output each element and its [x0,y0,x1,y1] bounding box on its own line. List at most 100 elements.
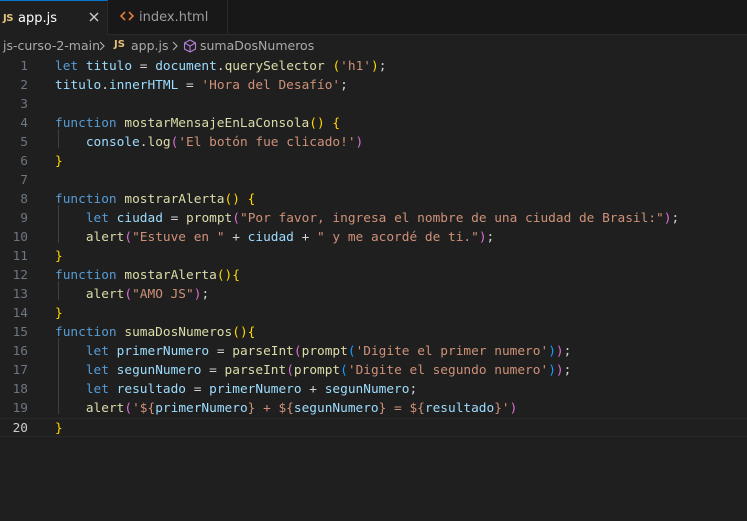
code-token: titulo [55,78,102,93]
code-token: primerNumero [155,401,248,416]
line-number: 17 [12,363,28,378]
line-number: 15 [12,325,28,340]
code-line[interactable]: 16 let primerNumero = parseInt(prompt('D… [0,342,747,361]
code-token: let [85,382,109,397]
line-number: 4 [20,116,28,131]
code-token: alert [85,401,125,416]
code-text: } [55,247,63,266]
code-token: ; [409,382,418,397]
code-token: } [55,306,63,321]
breadcrumb-symbol[interactable]: sumaDosNumeros [200,38,314,53]
code-line[interactable]: 4 function mostarMensajeEnLaConsola() { [0,114,747,133]
code-token: resultado [424,401,495,416]
breadcrumb-file[interactable]: app.js [131,38,169,53]
code-line[interactable]: 12 function mostarAlerta(){ [0,266,747,285]
code-line[interactable]: 7 [0,171,747,190]
code-line[interactable]: 14} [0,304,747,323]
code-token: segunNumero [324,382,410,397]
breadcrumb-folder[interactable]: js-curso-2-main [3,38,100,53]
code-token: "AMO JS" [132,287,194,302]
code-editor[interactable]: 1 let titulo = document.querySelector ('h… [0,57,747,521]
code-token: document [155,59,217,74]
chevron-right-icon [97,40,107,52]
code-line[interactable]: 13 alert("AMO JS"); [0,285,747,304]
close-icon[interactable] [86,9,102,25]
code-token: segunNumero [116,363,202,378]
code-line[interactable]: 18 let resultado = primerNumero + segunN… [0,380,747,399]
code-token: ; [378,59,387,74]
code-token: ; [671,211,680,226]
code-token: log [147,135,171,150]
code-line[interactable]: 9 let ciudad = prompt("Por favor, ingres… [0,209,747,228]
code-text: function mostarMensajeEnLaConsola() { [55,114,340,133]
code-text: titulo.innerHTML = 'Hora del Desafío'; [55,76,348,95]
code-token: ( [124,287,133,302]
code-token: }' [494,401,510,416]
code-text: alert("Estuve en " + ciudad + " y me aco… [55,228,494,247]
code-token: parseInt [224,363,287,378]
code-token: console [85,135,140,150]
code-line[interactable]: 11} [0,247,747,266]
line-number: 13 [12,287,28,302]
code-token: ) [509,401,518,416]
line-number: 7 [20,173,28,188]
code-line[interactable]: 3 [0,95,747,114]
code-token: alert [85,287,125,302]
code-text: let ciudad = prompt("Por favor, ingresa … [55,209,679,228]
code-token: sumaDosNumeros [124,325,233,340]
code-token: ( [332,59,341,74]
line-number: 19 [12,401,28,416]
line-number: 11 [12,249,28,264]
code-token: ( [124,401,133,416]
code-line[interactable]: 5 console.log('El botón fue clicado!') [0,133,747,152]
code-text: let segunNumero = parseInt(prompt('Digit… [55,361,572,380]
code-line[interactable]: 1 let titulo = document.querySelector ('h… [0,57,747,76]
code-token: function [55,325,117,340]
line-number: 8 [20,192,28,207]
code-text: function mostarAlerta(){ [55,266,240,285]
code-token: () [224,192,240,207]
code-line[interactable]: 10 alert("Estuve en " + ciudad + " y me … [0,228,747,247]
code-token: ; [201,287,210,302]
code-token: ( [347,344,356,359]
code-token: prompt [293,363,341,378]
code-text: let primerNumero = parseInt(prompt('Digi… [55,342,572,361]
code-token: { [247,192,256,207]
code-token: 'El botón fue clicado!' [178,135,356,150]
code-token: ( [232,211,240,226]
code-line[interactable]: 2 titulo.innerHTML = 'Hora del Desafío'; [0,76,747,95]
code-token: ; [563,363,572,378]
code-line[interactable]: 17 let segunNumero = parseInt(prompt('Di… [0,361,747,380]
code-line[interactable]: 20} [0,418,747,437]
code-token: ) [478,230,487,245]
code-token: = [162,211,187,226]
code-text: function sumaDosNumeros(){ [55,323,255,342]
code-text: let resultado = primerNumero + segunNume… [55,380,417,399]
code-token: let [85,344,109,359]
code-token: = [201,363,225,378]
code-token: (){ [216,268,240,283]
code-line[interactable]: 6} [0,152,747,171]
code-token: ; [563,344,572,359]
editor-tab-bar: JS app.js index.html [0,0,747,35]
line-number: 18 [12,382,28,397]
line-number: 20 [12,421,28,436]
code-line[interactable]: 19 alert('${primerNumero} + ${segunNumer… [0,399,747,418]
code-token: 'Digite el segundo numero' [347,363,549,378]
code-token: = [209,344,233,359]
code-line[interactable]: 8 function mostrarAlerta() { [0,190,747,209]
code-token: let [55,59,79,74]
code-line[interactable]: 15 function sumaDosNumeros(){ [0,323,747,342]
code-token: function [55,192,117,207]
code-token: querySelector [224,59,325,74]
tab-app-js[interactable]: JS app.js [0,0,108,35]
tab-index-html[interactable]: index.html [108,0,228,35]
